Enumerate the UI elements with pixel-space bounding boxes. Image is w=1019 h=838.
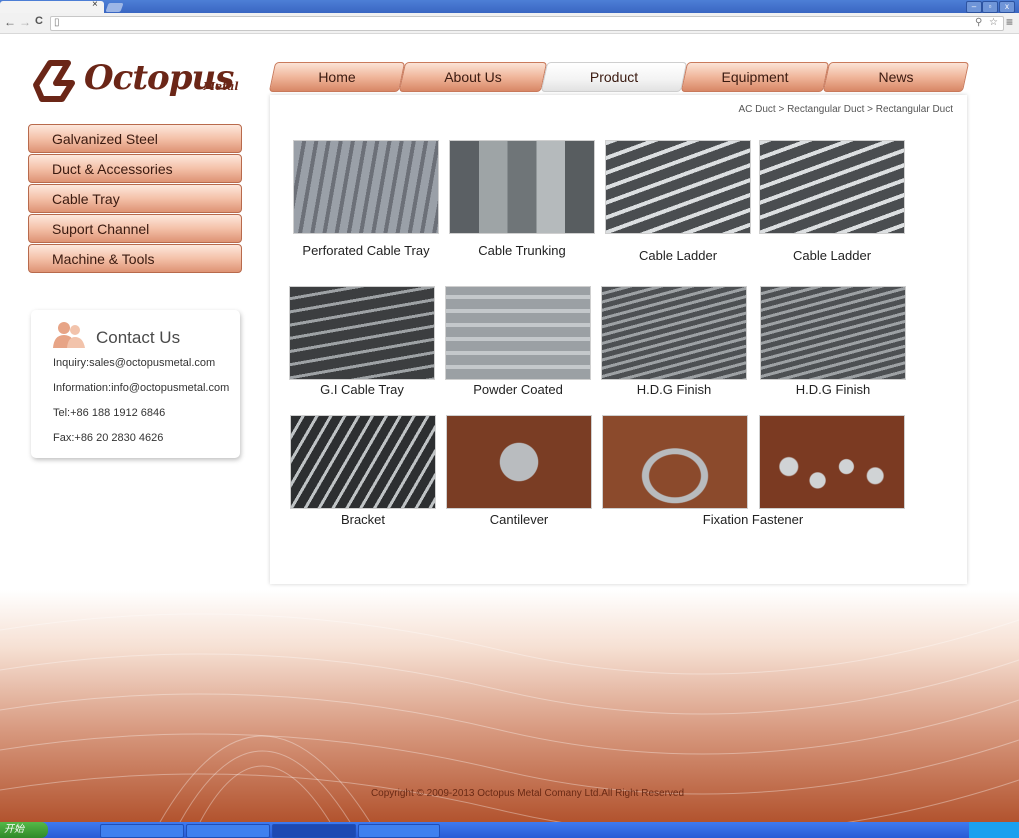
product-card[interactable]: H.D.G Finish [601,286,747,397]
sidebar-item-galvanized-steel[interactable]: Galvanized Steel [28,124,242,153]
sidebar-item-label: Cable Tray [52,191,120,207]
people-icon [53,322,85,348]
window-close-button[interactable]: x [999,1,1015,13]
sidebar-item-label: Duct & Accessories [52,161,173,177]
nav-news[interactable]: News [822,62,970,92]
nav-news-label: News [878,69,914,85]
contact-phone: Tel:+86 188 1912 6846 [53,407,166,419]
system-tray[interactable] [969,822,1019,838]
product-card[interactable] [759,415,905,509]
product-image[interactable] [290,415,436,509]
logo-subtext: Metal [203,80,239,93]
product-card[interactable]: Perforated Cable Tray [293,140,439,258]
address-bar[interactable]: ▯ ⚲ ☆ [50,16,1004,31]
octopus-logo-icon [33,60,75,102]
reload-icon[interactable]: C [35,15,43,27]
contact-inquiry-email[interactable]: Inquiry:sales@octopusmetal.com [53,357,215,369]
tab-close-icon[interactable]: × [92,0,98,10]
product-image[interactable] [602,415,748,509]
taskbar-item[interactable] [100,824,184,838]
product-image[interactable] [446,415,592,509]
taskbar-item[interactable] [186,824,270,838]
product-label[interactable]: H.D.G Finish [740,382,926,397]
contact-title: Contact Us [96,328,181,347]
top-navigation: Home About Us Product Equipment News [266,62,970,92]
star-icon[interactable]: ☆ [989,17,998,28]
minimize-button[interactable]: – [966,1,982,13]
nav-product[interactable]: Product [540,62,688,92]
product-image[interactable] [759,415,905,509]
nav-about-us-label: About Us [444,69,502,85]
contact-fax: Fax:+86 20 2830 4626 [53,432,164,444]
browser-title-bar: × – ▫ x [0,0,1019,13]
product-panel: AC Duct > Rectangular Duct > Rectangular… [270,95,967,584]
product-card[interactable]: Powder Coated [445,286,591,397]
sidebar-item-duct-accessories[interactable]: Duct & Accessories [28,154,242,183]
maximize-button[interactable]: ▫ [982,1,998,13]
page-icon: ▯ [54,17,60,28]
contact-box: Contact Us Inquiry:sales@octopusmetal.co… [31,310,240,458]
browser-tab[interactable]: × [0,0,104,13]
product-card[interactable]: Cable Trunking [449,140,595,258]
nav-home-label: Home [318,69,356,85]
nav-equipment-label: Equipment [721,69,789,85]
product-image[interactable] [449,140,595,234]
new-tab-button[interactable] [105,3,124,12]
product-image[interactable] [759,140,905,234]
product-label[interactable]: Cantilever [426,512,612,527]
breadcrumb: AC Duct > Rectangular Duct > Rectangular… [738,104,953,115]
sidebar-item-cable-tray[interactable]: Cable Tray [28,184,242,213]
nav-home[interactable]: Home [268,62,406,92]
product-card[interactable] [602,415,748,509]
browser-toolbar: ← → C ▯ ⚲ ☆ ≡ [0,13,1019,34]
sidebar-item-label: Galvanized Steel [52,131,158,147]
contact-info-email[interactable]: Information:info@octopusmetal.com [53,382,229,394]
product-image[interactable] [601,286,747,380]
sidebar-item-machine-tools[interactable]: Machine & Tools [28,244,242,273]
sidebar-item-support-channel[interactable]: Suport Channel [28,214,242,243]
product-image[interactable] [293,140,439,234]
product-card[interactable]: Cable Ladder [759,140,905,263]
start-button[interactable]: 开始 [0,822,48,838]
sidebar-item-label: Suport Channel [52,221,150,237]
product-image[interactable] [289,286,435,380]
product-card[interactable]: Cantilever [446,415,592,527]
product-image[interactable] [445,286,591,380]
sidebar-item-label: Machine & Tools [52,251,155,267]
back-icon[interactable]: ← [4,15,16,29]
nav-about-us[interactable]: About Us [398,62,548,92]
os-taskbar: 开始 [0,822,1019,838]
menu-icon[interactable]: ≡ [1006,15,1013,29]
product-card[interactable]: Cable Ladder [605,140,751,263]
site-logo[interactable]: Octopus Metal [28,55,248,107]
copyright: Copyright © 2009-2013 Octopus Metal Coma… [370,788,685,799]
taskbar-item[interactable] [358,824,440,838]
nav-equipment[interactable]: Equipment [680,62,830,92]
nav-product-label: Product [589,69,639,85]
forward-icon[interactable]: → [19,15,31,29]
taskbar-item-active[interactable] [272,824,356,838]
product-image[interactable] [605,140,751,234]
product-card[interactable]: H.D.G Finish [760,286,906,397]
product-card[interactable]: G.I Cable Tray [289,286,435,397]
zoom-icon[interactable]: ⚲ [975,17,982,28]
product-label[interactable]: Cable Ladder [739,248,925,263]
product-card[interactable]: Bracket [290,415,436,527]
product-image[interactable] [760,286,906,380]
product-label[interactable]: Fixation Fastener [660,512,846,527]
